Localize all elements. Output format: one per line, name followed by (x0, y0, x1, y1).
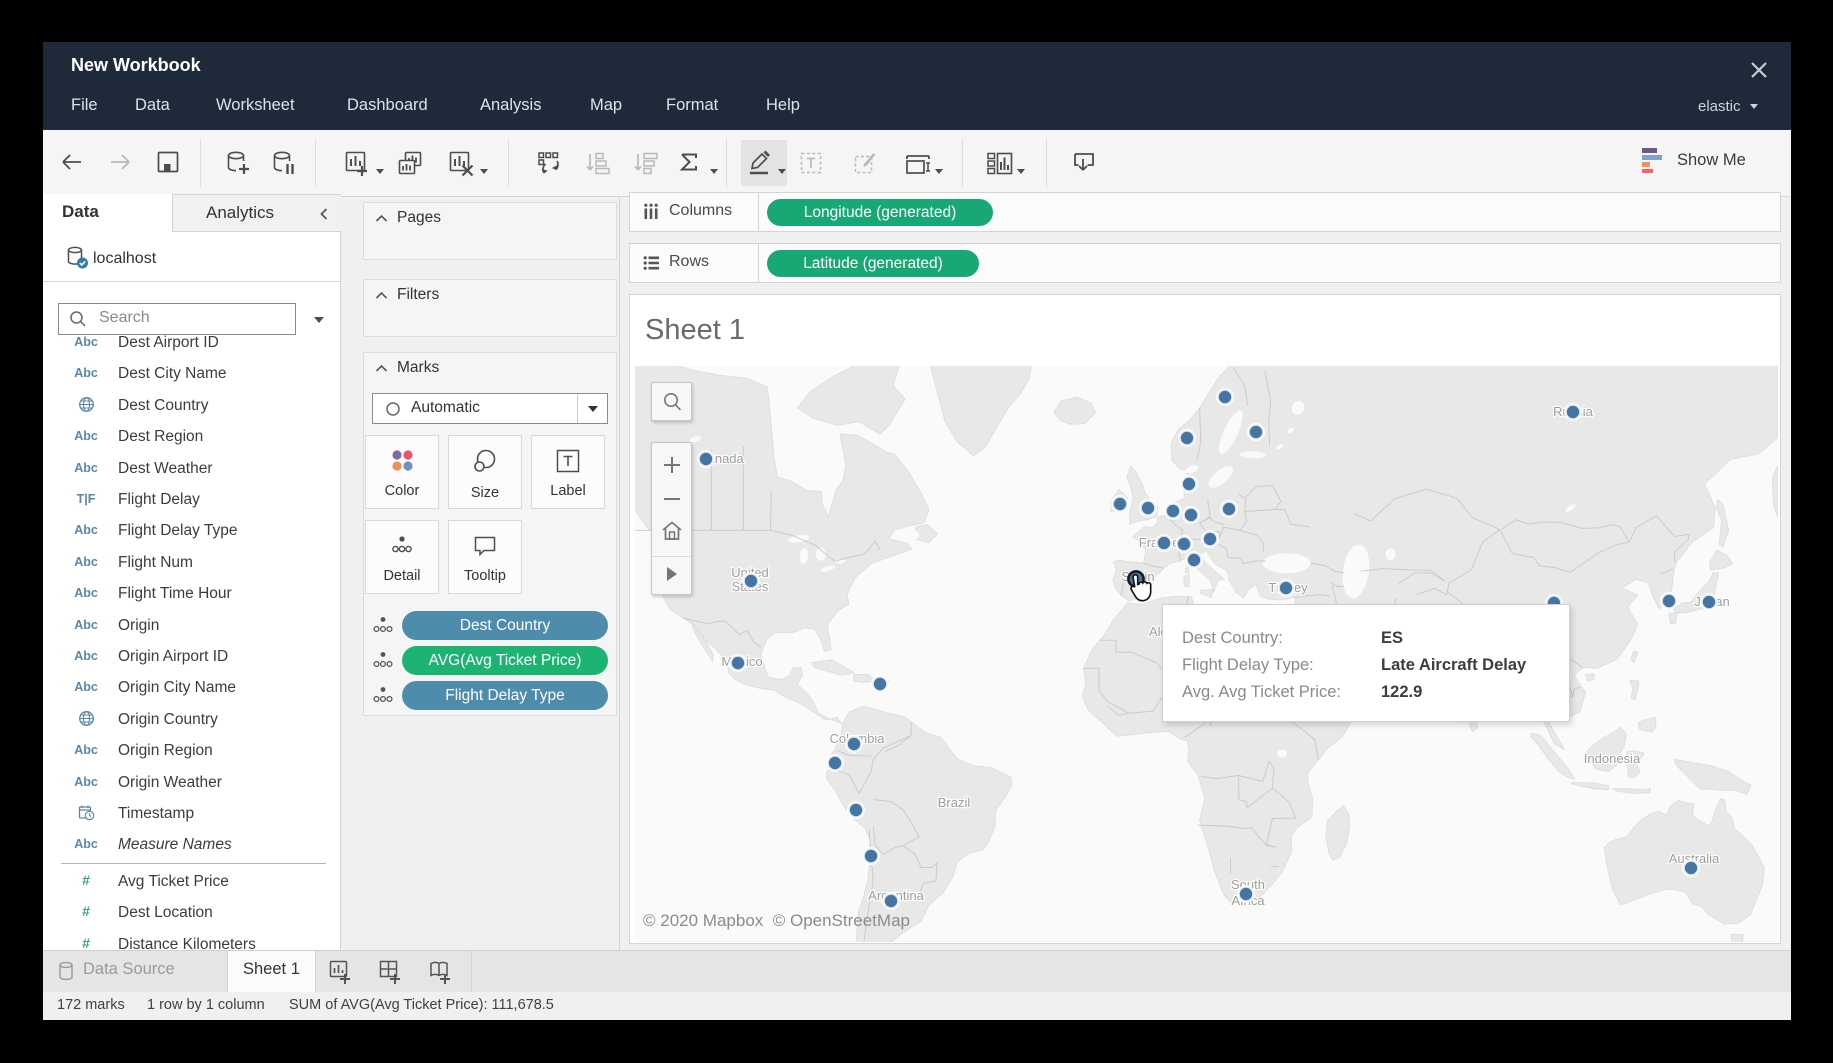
svg-text:Indonesia: Indonesia (1584, 751, 1641, 766)
svg-text:Brazil: Brazil (938, 795, 971, 810)
